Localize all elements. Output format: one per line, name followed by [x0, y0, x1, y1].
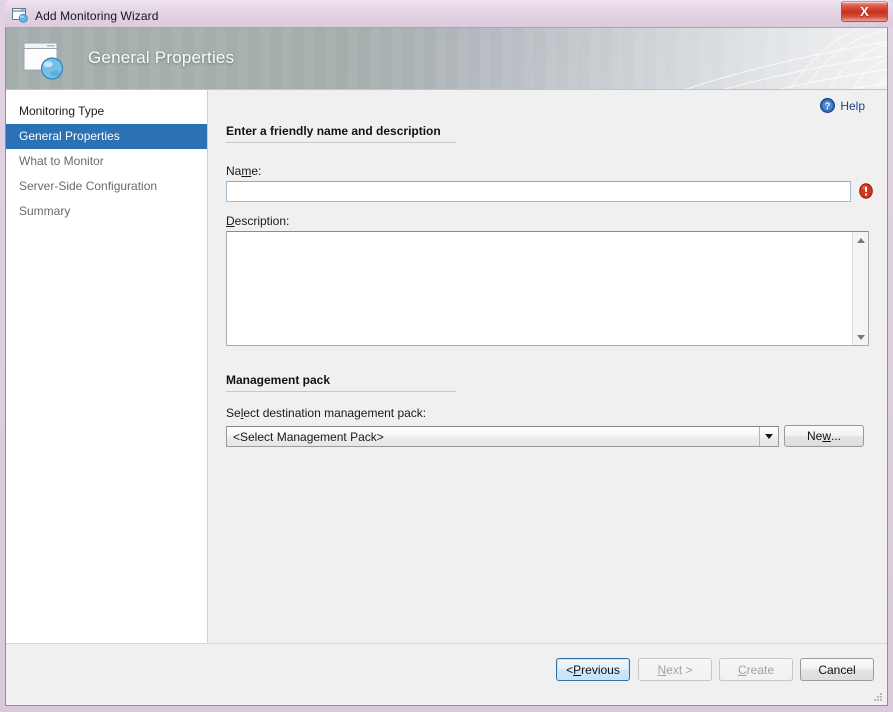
chevron-down-icon[interactable] — [759, 427, 778, 446]
description-field[interactable] — [226, 231, 869, 346]
name-section-heading: Enter a friendly name and description — [226, 124, 441, 141]
previous-button[interactable]: < Previous — [556, 658, 630, 681]
wizard-banner: General Properties — [6, 28, 887, 90]
select-management-pack-label: Select destination management pack: — [226, 406, 426, 420]
chevron-down-icon — [857, 335, 865, 340]
management-pack-selected-value: <Select Management Pack> — [227, 430, 759, 444]
wizard-footer: < Previous Next > Create Cancel — [6, 643, 887, 705]
client-area: General Properties Monitoring Type Gener… — [5, 27, 888, 706]
cancel-button[interactable]: Cancel — [800, 658, 874, 681]
sidebar-item-monitoring-type[interactable]: Monitoring Type — [6, 99, 207, 124]
name-section-rule — [226, 142, 456, 143]
body-area: Monitoring Type General Properties What … — [6, 90, 887, 705]
next-button: Next > — [638, 658, 712, 681]
create-button: Create — [719, 658, 793, 681]
resize-grip[interactable] — [872, 691, 883, 702]
banner-title: General Properties — [88, 48, 234, 68]
sidebar-item-general-properties[interactable]: General Properties — [6, 124, 207, 149]
wizard-banner-icon — [23, 42, 71, 82]
wizard-step-sidebar: Monitoring Type General Properties What … — [6, 90, 208, 643]
scroll-down-button[interactable] — [853, 329, 868, 345]
help-circle-icon: ? — [820, 98, 835, 113]
wizard-window: Add Monitoring Wizard X — [0, 0, 893, 712]
close-button[interactable]: X — [841, 1, 888, 22]
management-pack-rule — [226, 391, 456, 392]
close-icon: X — [860, 5, 869, 18]
help-link[interactable]: ? Help — [820, 98, 865, 113]
error-exclamation-icon — [858, 183, 874, 199]
window-sphere-icon — [12, 8, 29, 23]
description-scrollbar[interactable] — [852, 232, 868, 345]
title-bar: Add Monitoring Wizard X — [5, 4, 888, 27]
new-management-pack-button[interactable]: New... — [784, 425, 864, 447]
description-label: Description: — [226, 214, 289, 228]
sidebar-item-summary[interactable]: Summary — [6, 199, 207, 224]
help-label: Help — [840, 99, 865, 113]
management-pack-heading: Management pack — [226, 373, 330, 390]
svg-text:?: ? — [825, 101, 831, 112]
description-input[interactable] — [227, 232, 852, 345]
management-pack-select[interactable]: <Select Management Pack> — [226, 426, 779, 447]
name-input[interactable] — [226, 181, 851, 202]
scroll-up-button[interactable] — [853, 232, 868, 248]
sidebar-item-server-side-configuration[interactable]: Server-Side Configuration — [6, 174, 207, 199]
main-pane: ? Help Enter a friendly name and descrip… — [208, 90, 887, 705]
chevron-up-icon — [857, 238, 865, 243]
name-label: Name: — [226, 164, 261, 178]
sidebar-item-what-to-monitor[interactable]: What to Monitor — [6, 149, 207, 174]
window-title: Add Monitoring Wizard — [35, 9, 158, 23]
